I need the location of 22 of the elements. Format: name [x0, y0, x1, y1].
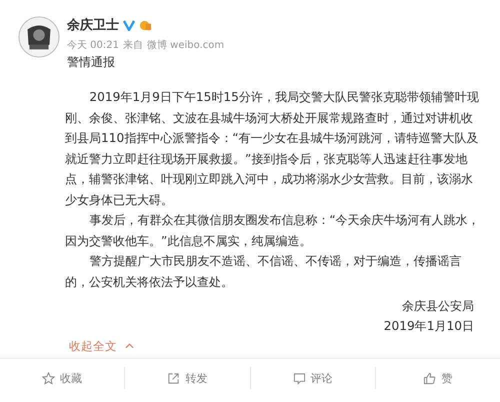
action-label[interactable]: 评论 — [310, 370, 333, 386]
action-label[interactable]: 转发 — [185, 370, 208, 386]
source-label: 来自 — [123, 38, 143, 52]
action-label[interactable]: 收藏 — [60, 370, 82, 386]
speech-bubble-icon[interactable] — [292, 372, 306, 384]
paragraph: 事发后，有群众在其微信朋友圈发布信息称：“今天余庆牛场河有人跳水，因为交警收他车。”此信息不属实，纯属编造。 — [65, 212, 481, 250]
author-name[interactable]: 余庆卫士 — [67, 16, 119, 34]
share-icon[interactable] — [167, 372, 180, 384]
action-label[interactable]: 赞 — [441, 370, 452, 386]
medal-icon — [139, 18, 152, 32]
signature-date: 2019年1月10日 — [384, 318, 474, 335]
post-time: 今天 00:21 — [67, 39, 119, 52]
paragraph: 2019年1月9日下午15时15分许，我局交警大队民警张克聪带领辅警叶现刚、余俊、张津铭、文波在县城牛场河大桥处开展常规路查时，通过对讲机收到县局110指挥中心派警指令：“有一少女在县城牛场河跳河，请特巡警大队及就近警力立即赶往现场开展救援。”接到指令后，张克聪等人迅速赶往事发地点，辅警张津铭、叶现刚立即跳入河中，成功将溺水少女营救。目前，该溺水少女身体已无大碍。 — [65, 89, 480, 208]
caret-up-icon[interactable] — [125, 343, 134, 349]
post-title: 警情通报 — [67, 54, 116, 71]
thumbs-up-icon[interactable] — [423, 372, 436, 384]
police-emblem-avatar[interactable] — [18, 16, 60, 58]
collapse-link[interactable]: 收起全文 — [69, 338, 117, 354]
paragraph: 警方提醒广大市民朋友不造谣、不信谣、不传谣，对于编造，传播谣言的，公安机关将依法予以查处。 — [65, 253, 462, 290]
star-icon[interactable] — [42, 372, 56, 384]
source-link[interactable]: 微博 weibo.com — [147, 38, 224, 52]
signature: 余庆县公安局 — [402, 298, 474, 315]
